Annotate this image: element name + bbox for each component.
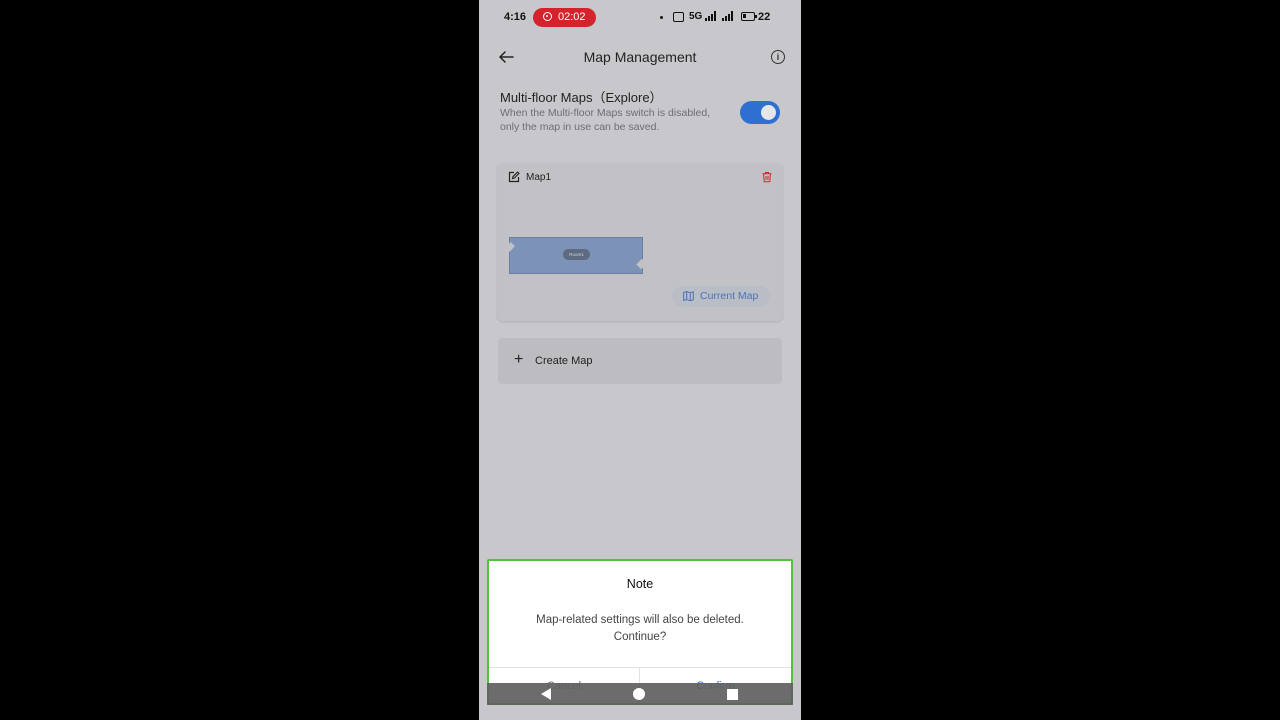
- signal-icon: [705, 11, 719, 21]
- current-map-label: Current Map: [700, 290, 759, 302]
- status-time: 4:16: [504, 11, 527, 23]
- current-map-button[interactable]: Current Map: [672, 286, 770, 307]
- notification-dot-icon: [660, 16, 663, 19]
- info-icon[interactable]: i: [771, 50, 785, 64]
- screen-record-indicator[interactable]: 02:02: [533, 8, 596, 27]
- dialog-message: Map-related settings will also be delete…: [536, 614, 744, 643]
- create-map-label: Create Map: [535, 355, 593, 367]
- nav-recents-icon[interactable]: [727, 689, 738, 700]
- battery-level: 22: [758, 11, 771, 23]
- dialog-divider: [489, 667, 791, 668]
- trash-icon[interactable]: [761, 171, 773, 183]
- map-icon: [683, 291, 694, 301]
- battery-icon: [741, 12, 757, 21]
- nav-back-icon[interactable]: [541, 688, 551, 700]
- multi-floor-description: When the Multi-floor Maps switch is disa…: [500, 107, 711, 133]
- nfc-icon: [673, 12, 684, 22]
- room-label: Room1: [563, 249, 590, 260]
- signal-icon-2: [722, 11, 736, 21]
- nav-home-icon[interactable]: [633, 688, 645, 700]
- dialog-title: Note: [626, 577, 654, 591]
- map-card[interactable]: Map1 Room1 Current Map: [497, 163, 783, 321]
- multi-floor-title: Multi-floor Maps（Explore）: [500, 90, 663, 105]
- map-name: Map1: [526, 172, 552, 183]
- recording-time: 02:02: [558, 11, 586, 23]
- multi-floor-toggle[interactable]: [740, 101, 780, 124]
- create-map-button[interactable]: + Create Map: [498, 338, 782, 384]
- edit-icon[interactable]: [508, 171, 520, 183]
- phone-screen: 4:16 02:02 5G 22 Map Management i Multi-…: [479, 0, 801, 720]
- record-icon: [543, 12, 552, 21]
- system-nav-bar: [487, 683, 793, 705]
- plus-icon: +: [514, 351, 524, 368]
- page-title: Map Management: [583, 49, 697, 65]
- network-type: 5G: [689, 11, 703, 22]
